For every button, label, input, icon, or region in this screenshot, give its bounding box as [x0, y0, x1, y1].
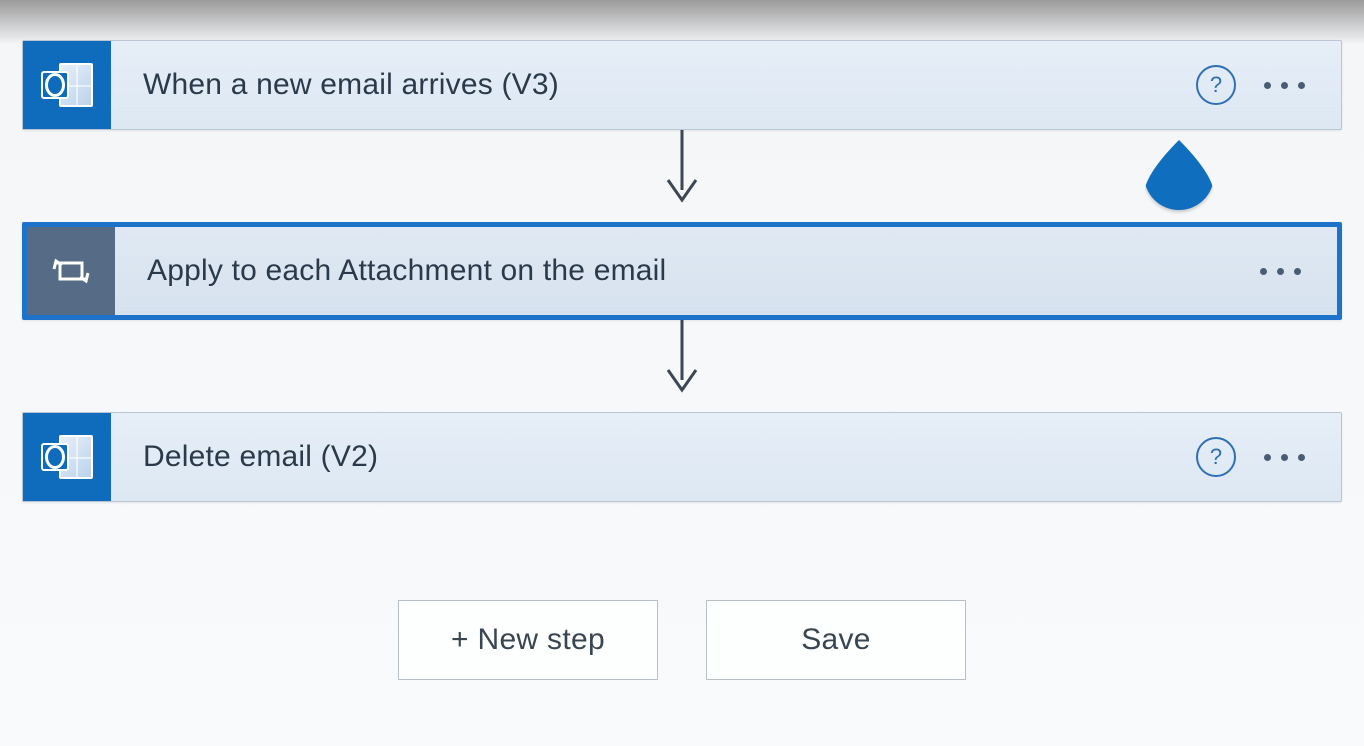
more-options-icon[interactable] [1264, 82, 1305, 89]
flow-connector [22, 130, 1342, 222]
step-trigger-when-email-arrives[interactable]: When a new email arrives (V3) ? [22, 40, 1342, 130]
more-options-icon[interactable] [1260, 268, 1301, 275]
flow-connector [22, 320, 1342, 412]
help-icon[interactable]: ? [1196, 65, 1236, 105]
more-options-icon[interactable] [1264, 454, 1305, 461]
step-action-delete-email[interactable]: Delete email (V2) ? [22, 412, 1342, 502]
new-step-button[interactable]: + New step [398, 600, 658, 680]
loop-icon [27, 227, 115, 315]
outlook-icon [23, 41, 111, 129]
flow-designer-canvas: When a new email arrives (V3) ? Apply to… [0, 0, 1364, 680]
save-button[interactable]: Save [706, 600, 966, 680]
step-title: When a new email arrives (V3) [111, 68, 1196, 102]
outlook-icon [23, 413, 111, 501]
step-title: Delete email (V2) [111, 440, 1196, 474]
help-icon[interactable]: ? [1196, 437, 1236, 477]
step-apply-to-each-attachment[interactable]: Apply to each Attachment on the email [22, 222, 1342, 320]
footer-button-row: + New step Save [22, 600, 1342, 680]
step-title: Apply to each Attachment on the email [115, 254, 1260, 288]
